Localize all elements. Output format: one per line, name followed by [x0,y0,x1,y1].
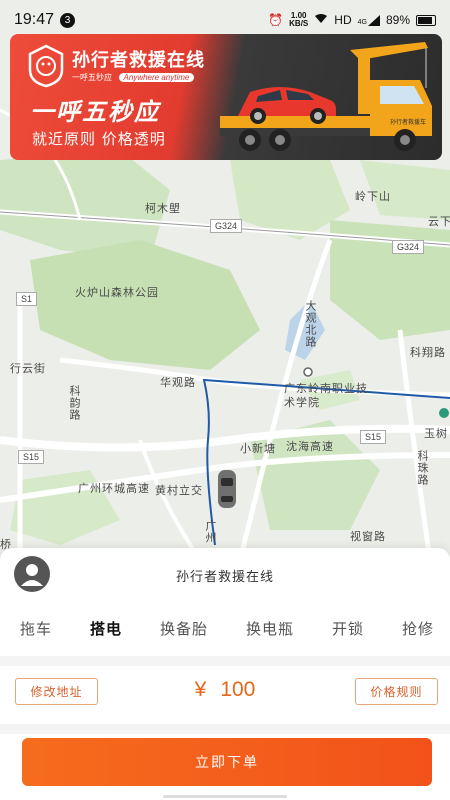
map-label-yun: 云下 [428,215,450,228]
road-shield-s15-b: S15 [18,450,45,464]
home-indicator[interactable] [163,795,287,798]
order-now-button[interactable]: 立即下单 [22,738,432,786]
map-label-xiaoxintang: 小新塘 [240,442,276,455]
status-icons: ⏰ 1.00 KB/S HD 4G 89% [268,12,436,28]
banner-brand: 孙行者救援在线 [72,50,205,71]
tab-tow[interactable]: 拖车 [20,618,52,639]
map-label-guangdong: 广东岭南职业技术学院 [284,382,368,409]
sheet-title: 孙行者救援在线 [175,570,274,585]
status-time: 19:47 [14,11,55,28]
status-bar: 19:47 3 ⏰ 1.00 KB/S HD 4G 89% [0,0,450,40]
banner-sub-left: 一呼五秒应 [72,73,112,82]
road-shield-g324-a: G324 [210,219,243,233]
tab-unlock[interactable]: 开锁 [332,618,364,639]
price-row: 修改地址 ¥100 价格规则 [0,666,450,722]
tow-truck-illustration: 孙行者救援车 [210,40,440,156]
price-rules-button[interactable]: 价格规则 [355,678,438,705]
alarm-icon: ⏰ [268,13,284,27]
road-shield-s15-a: S15 [360,430,387,444]
banner-sub-tag: Anywhere anytime [118,73,195,82]
map-label-shixia: 视窗路 [350,530,386,543]
tab-repair[interactable]: 抢修 [402,618,434,639]
map-label-huaguan: 华观路 [160,376,196,389]
network-type: HD [334,13,352,27]
battery-percent: 89% [385,13,410,27]
map-label-guang: 广州 [204,520,217,544]
map-label-xingyun: 行云街 [10,362,46,375]
divider [0,724,450,734]
service-sheet: 孙行者救援在线 拖车 搭电 换备胎 换电瓶 开锁 抢修 修改地址 ¥100 价格… [0,548,450,800]
road-shield-g324-b: G324 [392,240,425,254]
net-speed-unit: KB/S [289,19,309,28]
divider [0,656,450,666]
tab-spare-tire[interactable]: 换备胎 [160,618,208,639]
price-value: 100 [220,678,256,701]
service-tabs: 拖车 搭电 换备胎 换电瓶 开锁 抢修 [0,608,450,648]
banner-sub: 一呼五秒应 Anywhere anytime [72,72,195,83]
banner-tagline: 就近原则 价格透明 [32,130,166,148]
signal-type: 4G [357,18,367,26]
map-label-guangzhou-ring: 广州环城高速 [78,482,150,495]
map-label-huolu: 火炉山森林公园 [75,286,159,299]
monkey-logo-icon [26,44,66,88]
map-label-kexiang: 科翔路 [410,346,446,359]
map-label-kezhu: 科珠路 [416,450,429,486]
map-label-shenhai: 沈海高速 [286,440,334,453]
map-label-yushu: 玉树 [424,427,448,440]
map-label-lingxiashan: 岭下山 [355,190,391,203]
truck-text: 孙行者救援车 [390,118,426,126]
price-currency: ¥ [194,678,207,701]
battery-icon [416,14,436,26]
tab-battery-swap[interactable]: 换电瓶 [246,618,294,639]
net-speed: 1.00 KB/S [289,12,308,28]
notification-badge: 3 [60,12,76,28]
banner-slogan: 一呼五秒应 [30,97,160,126]
signal-icon: 4G [357,14,380,26]
road-shield-s1: S1 [16,292,38,306]
map-label-daguan: 大观北路 [304,300,317,348]
tab-jump-start[interactable]: 搭电 [90,618,122,639]
map-label-huangcun: 黄村立交 [155,484,203,497]
promo-banner[interactable]: 孙行者救援在线 一呼五秒应 Anywhere anytime 一呼五秒应 就近原… [10,34,442,160]
map-label-kemu: 柯木塱 [145,202,181,215]
map-label-kehan: 科韵路 [68,385,81,421]
wifi-icon [314,13,328,27]
